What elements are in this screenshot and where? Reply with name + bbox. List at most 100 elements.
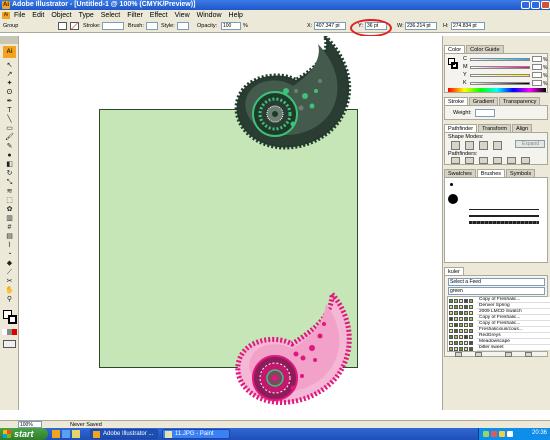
tab-transform[interactable]: Transform (478, 124, 511, 132)
unite-icon[interactable] (451, 141, 460, 150)
menu-object[interactable]: Object (51, 12, 71, 19)
brush-small-dot-icon[interactable] (450, 183, 453, 186)
tray-antivirus-icon[interactable] (491, 431, 497, 437)
kuler-color-swatch[interactable] (449, 317, 453, 321)
kuler-color-swatch[interactable] (469, 299, 473, 303)
zoom-field[interactable]: 100% (18, 421, 42, 428)
kuler-color-swatch[interactable] (454, 305, 458, 309)
cyan-slider[interactable] (470, 58, 530, 61)
tab-transparency[interactable]: Transparency (499, 97, 541, 105)
paintbrush-tool-icon[interactable]: 🖌 (3, 134, 16, 142)
blob-brush-tool-icon[interactable]: ● (3, 152, 16, 160)
mesh-tool-icon[interactable]: # (3, 224, 16, 232)
close-button[interactable] (541, 1, 550, 9)
kuler-color-swatch[interactable] (449, 329, 453, 333)
kuler-color-swatch[interactable] (454, 347, 458, 351)
tab-brushes[interactable]: Brushes (476, 169, 506, 177)
illustrator-menu-icon[interactable]: Ai (2, 11, 10, 19)
tools-panel-header[interactable] (0, 36, 18, 44)
column-graph-tool-icon[interactable]: ▥ (3, 215, 16, 223)
scissors-tool-icon[interactable]: ✂ (3, 278, 16, 286)
kuler-color-swatch[interactable] (454, 299, 458, 303)
free-transform-tool-icon[interactable]: ⬚ (3, 197, 16, 205)
live-paint-tool-icon[interactable]: ◆ (3, 260, 16, 268)
type-tool-icon[interactable]: T (3, 107, 16, 115)
menu-file[interactable]: File (14, 12, 25, 19)
brush-picker[interactable] (146, 22, 158, 30)
cyan-field[interactable] (532, 56, 542, 62)
kuler-color-swatch[interactable] (464, 305, 468, 309)
trim-icon[interactable] (465, 157, 474, 164)
expand-button[interactable]: Expand (515, 140, 545, 148)
fill-swatch[interactable] (58, 22, 67, 30)
blend-tool-icon[interactable]: ◔ (3, 251, 16, 259)
tray-volume-icon[interactable] (499, 431, 505, 437)
black-slider[interactable] (470, 82, 530, 85)
kuler-back-icon[interactable] (455, 352, 462, 357)
tray-messenger-icon[interactable] (507, 431, 513, 437)
kuler-color-swatch[interactable] (469, 329, 473, 333)
stroke-color-icon[interactable] (8, 315, 17, 324)
eyedropper-tool-icon[interactable]: ⌇ (3, 242, 16, 250)
kuler-color-swatch[interactable] (449, 299, 453, 303)
stroke-swatch[interactable] (70, 22, 79, 30)
slice-tool-icon[interactable]: ⟋ (3, 269, 16, 277)
intersect-icon[interactable] (479, 141, 488, 150)
outline-icon[interactable] (507, 157, 516, 164)
kuler-add-icon[interactable] (525, 352, 532, 357)
rectangle-tool-icon[interactable]: ▭ (3, 125, 16, 133)
tray-network-icon[interactable] (483, 431, 489, 437)
kuler-color-swatch[interactable] (469, 317, 473, 321)
tab-gradient[interactable]: Gradient (468, 97, 499, 105)
kuler-refresh-icon[interactable] (505, 352, 512, 357)
crop-icon[interactable] (493, 157, 502, 164)
x-field[interactable]: 407.347 pt (314, 22, 346, 30)
maximize-button[interactable] (531, 1, 540, 9)
kuler-color-swatch[interactable] (449, 341, 453, 345)
kuler-color-swatch[interactable] (454, 341, 458, 345)
kuler-color-swatch[interactable] (464, 335, 468, 339)
eraser-tool-icon[interactable]: ◧ (3, 161, 16, 169)
paisley-artwork[interactable] (20, 36, 441, 410)
quicklaunch-illustrator-icon[interactable] (52, 430, 60, 438)
kuler-theme-item[interactable]: bitter sweet (477, 345, 550, 351)
color-spectrum-bar[interactable] (448, 88, 546, 92)
document-canvas[interactable] (20, 36, 441, 410)
w-field[interactable]: 236.214 pt (405, 22, 437, 30)
menu-select[interactable]: Select (101, 12, 120, 19)
start-button[interactable]: start (0, 428, 48, 440)
style-picker[interactable] (177, 22, 189, 30)
kuler-color-swatch[interactable] (464, 317, 468, 321)
kuler-color-swatch[interactable] (459, 341, 463, 345)
kuler-color-swatch[interactable] (464, 323, 468, 327)
kuler-search-input[interactable]: green (448, 287, 545, 295)
quicklaunch-folder-icon[interactable] (72, 430, 80, 438)
kuler-color-swatch[interactable] (464, 329, 468, 333)
kuler-color-swatch[interactable] (469, 341, 473, 345)
brush-large-dot-icon[interactable] (448, 194, 458, 204)
kuler-color-swatch[interactable] (454, 335, 458, 339)
tab-stroke[interactable]: Stroke (444, 97, 468, 105)
hand-tool-icon[interactable]: ✋ (3, 287, 16, 295)
kuler-color-swatch[interactable] (454, 323, 458, 327)
color-mode-icons[interactable] (2, 329, 17, 335)
brush-stroke-1[interactable] (469, 209, 539, 210)
kuler-color-swatch[interactable] (449, 335, 453, 339)
taskbar-item-illustrator[interactable]: Adobe Illustrator ... (90, 429, 158, 439)
kuler-color-swatch[interactable] (464, 299, 468, 303)
kuler-color-swatch[interactable] (449, 305, 453, 309)
h-field[interactable]: 274.834 pt (451, 22, 485, 30)
black-field[interactable] (532, 80, 542, 86)
screen-mode-icon[interactable] (3, 340, 16, 348)
kuler-color-swatch[interactable] (464, 311, 468, 315)
menu-effect[interactable]: Effect (150, 12, 168, 19)
selection-tool-icon[interactable]: ↖ (3, 62, 16, 70)
tab-kuler[interactable]: kuler (444, 267, 464, 275)
gradient-tool-icon[interactable]: ▤ (3, 233, 16, 241)
magenta-field[interactable] (532, 64, 542, 70)
color-stroke-icon[interactable] (451, 62, 458, 69)
kuler-color-swatch[interactable] (469, 311, 473, 315)
warp-tool-icon[interactable]: ≋ (3, 188, 16, 196)
tab-color[interactable]: Color (444, 45, 466, 53)
pen-tool-icon[interactable]: ✒ (3, 98, 16, 106)
